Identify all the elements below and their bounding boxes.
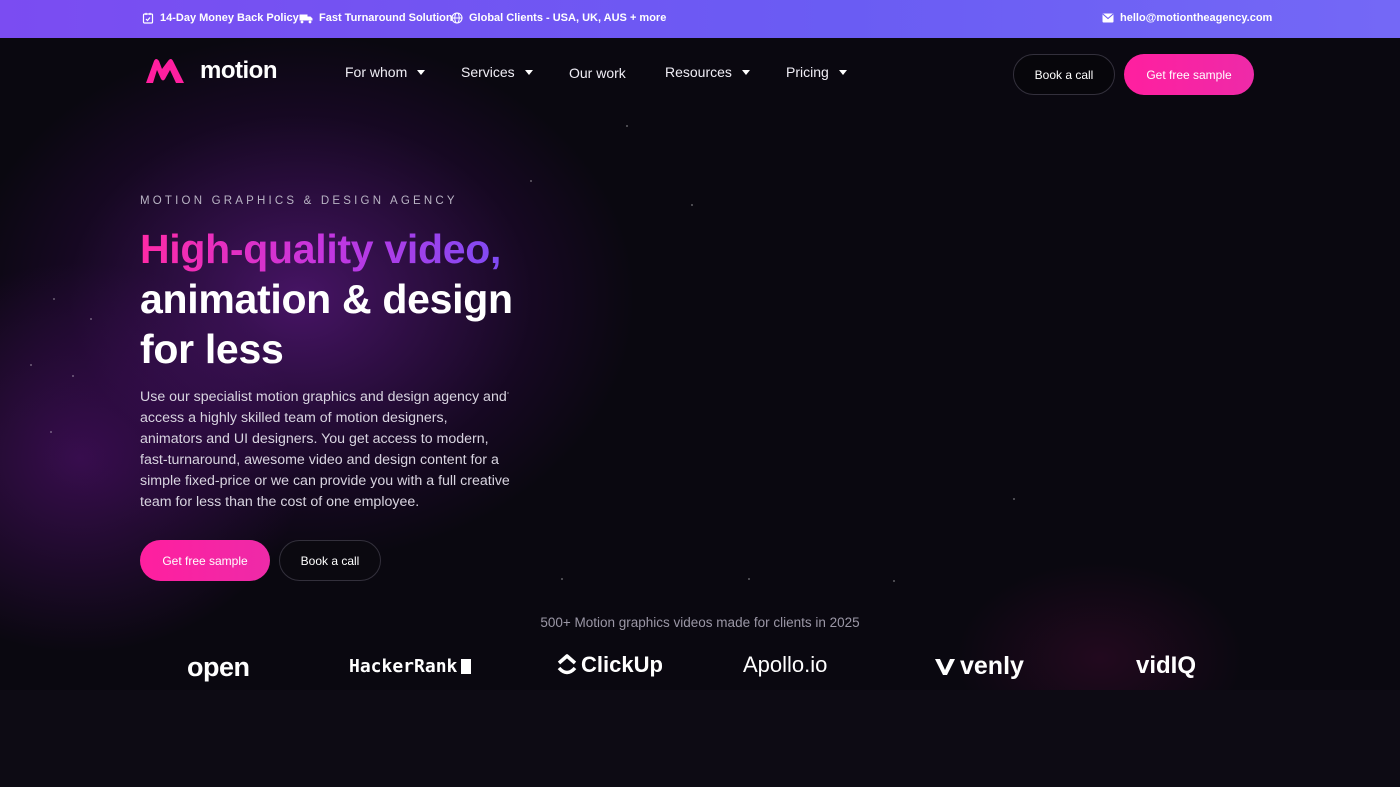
- hackerrank-block-icon: [461, 659, 472, 674]
- client-logo-label: open: [187, 652, 250, 682]
- clickup-icon: [557, 654, 577, 675]
- client-logo-hackerrank: HackerRank: [349, 656, 472, 677]
- star: [90, 318, 92, 320]
- global-clients-item: Global Clients - USA, UK, AUS + more: [451, 12, 666, 24]
- nav-label: Services: [461, 64, 515, 80]
- turnaround-label: Fast Turnaround Solution: [319, 12, 453, 24]
- client-logo-clickup: ClickUp: [557, 652, 663, 678]
- hero-title-line-3: for less: [140, 326, 284, 372]
- star: [561, 578, 563, 580]
- money-back-item: 14-Day Money Back Policy: [142, 12, 299, 24]
- client-logo-open: open: [187, 652, 250, 683]
- hero-title: High-quality video, animation & design f…: [140, 224, 513, 374]
- star: [72, 375, 74, 377]
- hero-title-line-2: animation & design: [140, 276, 513, 322]
- hero-get-sample-button[interactable]: Get free sample: [140, 540, 270, 581]
- nav-item-for-whom[interactable]: For whom: [345, 64, 426, 80]
- caret-down-icon: [417, 69, 426, 75]
- nav-get-sample-button[interactable]: Get free sample: [1124, 54, 1254, 95]
- turnaround-item: Fast Turnaround Solution: [299, 12, 453, 24]
- truck-icon: [299, 14, 313, 24]
- hero-bottom-band: [0, 690, 1400, 787]
- motion-logo-icon: [146, 59, 184, 83]
- nav-label: Our work: [569, 65, 626, 81]
- star: [748, 578, 750, 580]
- star: [50, 431, 52, 433]
- nav-item-resources[interactable]: Resources: [665, 64, 750, 80]
- client-logo-apollo: Apollo.io: [743, 652, 827, 678]
- star: [893, 580, 895, 582]
- mail-icon: [1102, 13, 1114, 23]
- email-link[interactable]: hello@motiontheagency.com: [1102, 12, 1272, 24]
- star: [53, 298, 55, 300]
- caret-down-icon: [741, 69, 750, 75]
- caret-down-icon: [838, 69, 847, 75]
- client-logo-label: Apollo.io: [743, 652, 828, 677]
- announcement-bar: 14-Day Money Back Policy Fast Turnaround…: [0, 0, 1400, 38]
- nav-book-call-button[interactable]: Book a call: [1013, 54, 1115, 95]
- star: [626, 125, 628, 127]
- client-logo-label: HackerRank: [349, 656, 458, 677]
- money-back-label: 14-Day Money Back Policy: [160, 12, 299, 24]
- clients-caption: 500+ Motion graphics videos made for cli…: [540, 615, 860, 630]
- global-clients-label: Global Clients - USA, UK, AUS + more: [469, 12, 667, 24]
- client-logo-label: ClickUp: [581, 652, 663, 677]
- hero-description: Use our specialist motion graphics and d…: [140, 389, 510, 510]
- client-logo-label: vidIQ: [1136, 652, 1197, 679]
- venly-icon: [935, 658, 955, 675]
- client-logo-venly: venly: [934, 652, 1024, 681]
- email-label: hello@motiontheagency.com: [1120, 12, 1273, 24]
- client-logo-vidiq: vidIQ: [1136, 652, 1196, 680]
- hero-book-call-button[interactable]: Book a call: [279, 540, 381, 581]
- nav-item-pricing[interactable]: Pricing: [786, 64, 847, 80]
- star: [691, 204, 693, 206]
- nav-item-services[interactable]: Services: [461, 64, 533, 80]
- nav-label: Pricing: [786, 64, 829, 80]
- star: [530, 180, 532, 182]
- brand-name: motion: [200, 57, 277, 84]
- calendar-check-icon: [142, 12, 154, 24]
- hero-title-line-1: High-quality video,: [140, 224, 513, 274]
- nav-label: Resources: [665, 64, 732, 80]
- caret-down-icon: [524, 69, 533, 75]
- nav-item-our-work[interactable]: Our work: [569, 65, 626, 81]
- client-logo-label: venly: [960, 652, 1024, 680]
- hero-eyebrow: MOTION GRAPHICS & DESIGN AGENCY: [140, 195, 458, 207]
- globe-icon: [451, 12, 463, 24]
- star: [30, 364, 32, 366]
- brand-logo[interactable]: motion: [144, 57, 277, 85]
- star: [1013, 498, 1015, 500]
- nav-label: For whom: [345, 64, 408, 80]
